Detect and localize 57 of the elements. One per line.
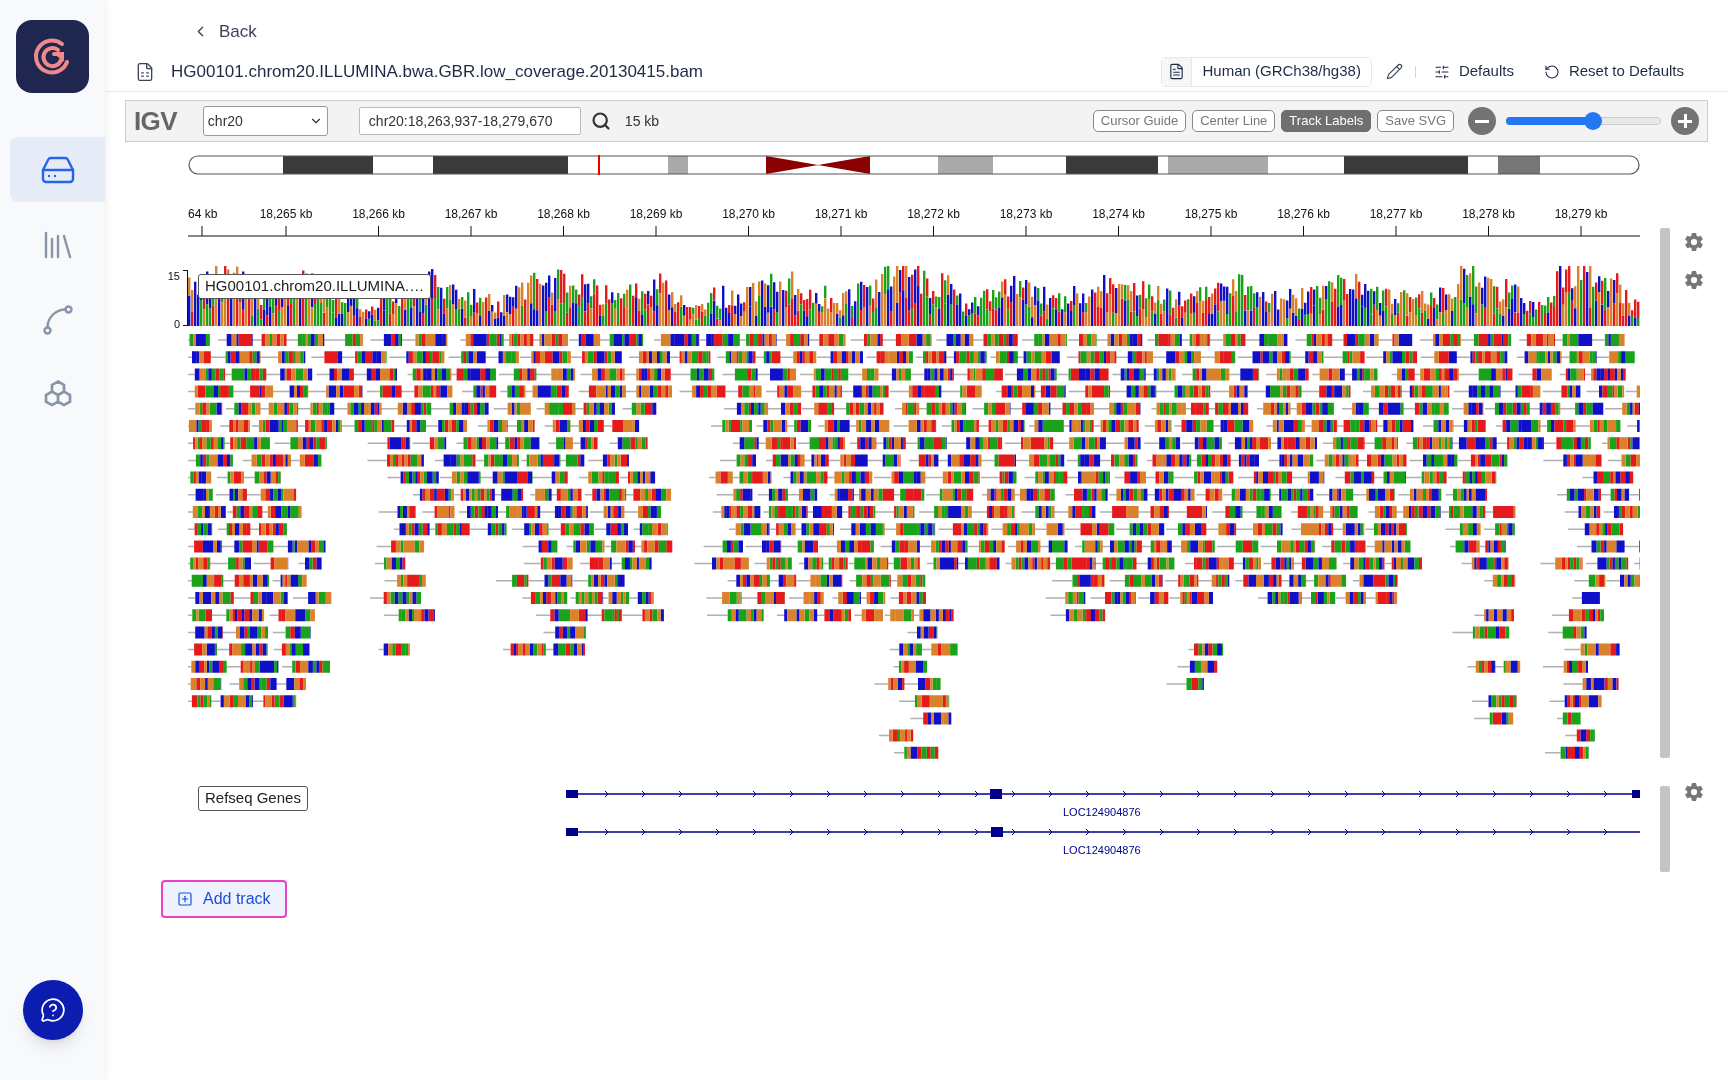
help-button[interactable] [22, 980, 83, 1040]
ruler-label: 18,278 kb [1462, 207, 1515, 221]
ruler-label: 18,266 kb [352, 207, 405, 221]
toggle-button[interactable]: Center Line [1192, 110, 1276, 132]
ruler-label: 64 kb [188, 207, 218, 221]
defaults-button[interactable]: Defaults [1427, 60, 1520, 83]
ruler-label: 18,270 kb [722, 207, 775, 221]
ruler-label: 18,269 kb [629, 207, 683, 221]
ruler-label: 18,279 kb [1554, 207, 1608, 221]
chromosome-select[interactable]: chr20 [202, 106, 328, 136]
ruler-label: 18,273 kb [999, 207, 1053, 221]
gene-label: LOC124904876 [1063, 843, 1141, 858]
genome-label: Human (GRCh38/hg38) [1201, 61, 1362, 82]
edit-icon[interactable] [1385, 63, 1403, 80]
help-icon [39, 997, 66, 1023]
file-name: HG00101.chrom20.ILLUMINA.bwa.GBR.low_coverage.20130415.bam [171, 60, 703, 83]
track-label: Refseq Genes [198, 786, 308, 811]
ruler-label: 18,272 kb [907, 207, 960, 221]
igv-logo: IGV [134, 104, 177, 138]
ruler-label: 18,277 kb [1369, 207, 1423, 221]
zoom-out-button[interactable] [1468, 107, 1496, 135]
ruler-label: 18,271 kb [814, 207, 868, 221]
scale-max-label: 15 [167, 269, 180, 284]
slider-thumb[interactable] [1583, 112, 1602, 130]
gene-label: LOC124904876 [1063, 805, 1141, 820]
toggle-button[interactable]: Track Labels [1281, 110, 1372, 132]
ruler-label: 18,274 kb [1092, 207, 1145, 221]
search-icon[interactable] [590, 111, 611, 131]
toggle-button[interactable]: Cursor Guide [1092, 110, 1187, 132]
document-icon [135, 61, 155, 82]
back-link[interactable]: Back [192, 19, 257, 45]
sidebar-item[interactable] [10, 137, 105, 202]
reset-icon [1543, 63, 1560, 80]
settings-icon[interactable] [1684, 232, 1704, 252]
plus-square-icon [177, 891, 193, 907]
ruler-label: 18,265 kb [259, 207, 313, 221]
scrollbar[interactable] [1660, 228, 1670, 758]
genome-selector[interactable]: Human (GRCh38/hg38) [1161, 56, 1372, 87]
span-label: 15 kb [624, 111, 660, 131]
app-logo[interactable] [16, 20, 89, 93]
settings-icon[interactable] [1684, 270, 1704, 290]
zoom-in-button[interactable] [1671, 107, 1699, 135]
reset-button[interactable]: Reset to Defaults [1537, 60, 1690, 83]
locus-field[interactable]: chr20:18,263,937-18,279,670 [358, 107, 581, 135]
scrollbar[interactable] [1660, 786, 1670, 872]
scale-min-label: 0 [173, 316, 180, 332]
file-icon [1168, 63, 1186, 80]
sliders-icon [1433, 63, 1450, 80]
ruler-label: 18,276 kb [1277, 207, 1330, 221]
save-svg-button[interactable]: Save SVG [1377, 110, 1454, 132]
track-label: HG00101.chrom20.ILLUMINA.… [198, 274, 432, 299]
zoom-slider[interactable] [1506, 111, 1661, 131]
add-track-button[interactable]: Add track [161, 880, 287, 918]
settings-icon[interactable] [1684, 782, 1704, 802]
ruler-label: 18,275 kb [1184, 207, 1238, 221]
ruler-label: 18,268 kb [537, 207, 590, 221]
ruler-label: 18,267 kb [444, 207, 498, 221]
